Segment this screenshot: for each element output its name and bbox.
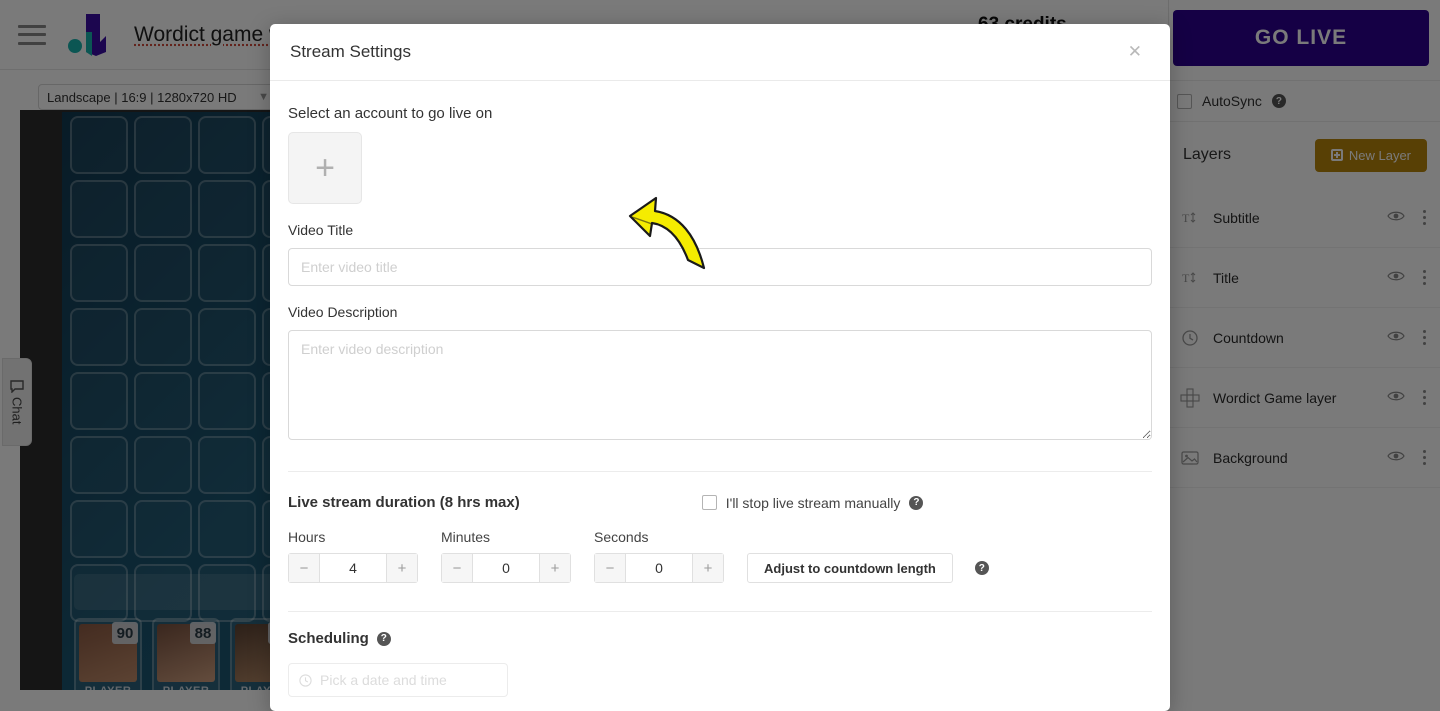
stream-settings-modal: Stream Settings ✕ Select an account to g…	[270, 24, 1170, 711]
date-time-placeholder: Pick a date and time	[320, 672, 447, 688]
duration-steppers: Hours −4 + Minutes −0 + Seconds −0 + Adjust to co…	[288, 529, 1152, 583]
stepper-decrement[interactable]: −	[441, 553, 473, 583]
manual-stop-row[interactable]: I'll stop live stream manually ?	[701, 494, 924, 511]
stepper-increment[interactable]: +	[692, 553, 724, 583]
scheduling-section: Scheduling ?	[288, 630, 1152, 647]
modal-header: Stream Settings ✕	[270, 24, 1170, 81]
divider	[288, 471, 1152, 472]
duration-title: Live stream duration (8 hrs max)	[288, 494, 520, 511]
stepper-value[interactable]: 0	[626, 553, 692, 583]
unit-label: Seconds	[594, 529, 649, 545]
annotation-arrow-icon	[628, 196, 706, 270]
scheduling-help-icon[interactable]: ?	[376, 631, 391, 646]
stepper-increment[interactable]: +	[386, 553, 418, 583]
unit-label: Hours	[288, 529, 326, 545]
duration-header: Live stream duration (8 hrs max) I'll st…	[288, 494, 1152, 511]
stepper: −0 +	[594, 553, 724, 583]
add-account-button[interactable]: +	[288, 132, 362, 204]
manual-stop-checkbox[interactable]	[701, 495, 717, 510]
adjust-to-countdown-button[interactable]: Adjust to countdown length	[747, 553, 953, 583]
stepper-value[interactable]: 0	[473, 553, 539, 583]
scheduling-label: Scheduling	[288, 630, 369, 647]
date-time-picker[interactable]: Pick a date and time	[288, 663, 508, 697]
duration-unit: Seconds −0 +	[594, 529, 724, 583]
video-description-label: Video Description	[288, 304, 398, 320]
modal-title: Stream Settings	[290, 42, 411, 61]
manual-stop-label: I'll stop live stream manually	[725, 494, 901, 511]
account-section-label: Select an account to go live on	[288, 105, 493, 122]
stepper-decrement[interactable]: −	[594, 553, 626, 583]
adjust-countdown-wrap: Adjust to countdown length?	[747, 553, 989, 583]
manual-stop-help-icon[interactable]: ?	[909, 495, 924, 510]
stepper-increment[interactable]: +	[539, 553, 571, 583]
duration-unit: Minutes −0 +	[441, 529, 571, 583]
app-root: Wordict game with 63 credits ▼▼ Landscap…	[0, 0, 1440, 711]
divider-2	[288, 611, 1152, 612]
adjust-help-icon[interactable]: ?	[974, 561, 989, 575]
plus-icon: +	[315, 148, 335, 187]
clock-icon	[299, 673, 312, 687]
duration-unit: Hours −4 +	[288, 529, 418, 583]
stepper: −0 +	[441, 553, 571, 583]
video-description-input[interactable]	[288, 330, 1152, 440]
stepper: −4 +	[288, 553, 418, 583]
modal-body: Select an account to go live on + Video …	[270, 81, 1170, 697]
stepper-decrement[interactable]: −	[288, 553, 320, 583]
close-icon[interactable]: ✕	[1120, 38, 1150, 66]
unit-label: Minutes	[441, 529, 491, 545]
stepper-value[interactable]: 4	[320, 553, 386, 583]
